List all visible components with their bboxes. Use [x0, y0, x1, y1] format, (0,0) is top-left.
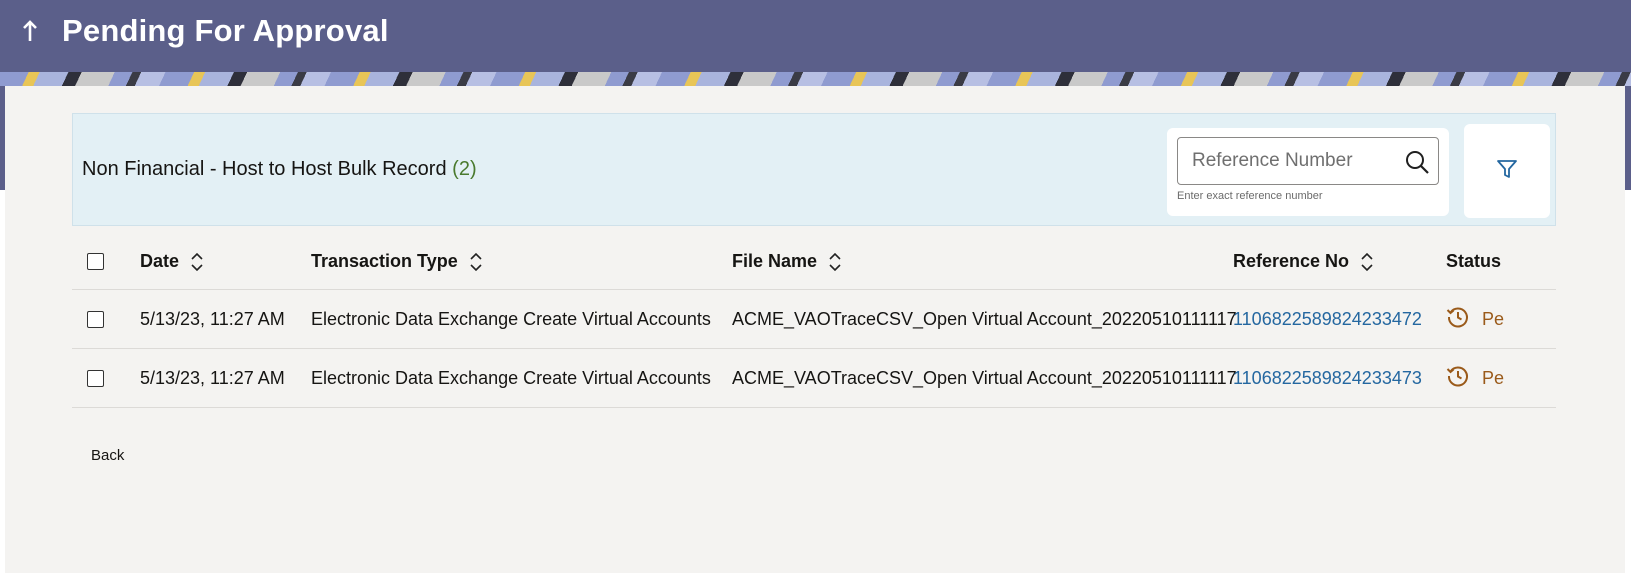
reference-link[interactable]: 1106822589824233472	[1233, 309, 1422, 330]
search-field	[1177, 137, 1439, 185]
record-count: (2)	[452, 158, 477, 180]
select-all-cell	[87, 234, 104, 289]
row-file-name: ACME_VAOTraceCSV_Open Virtual Account_20…	[732, 308, 1237, 329]
row-status: Pe	[1446, 290, 1556, 348]
row-checkbox[interactable]	[87, 310, 104, 328]
status-text: Pe	[1482, 367, 1505, 388]
status-text: Pe	[1482, 308, 1505, 329]
pending-history-icon	[1446, 364, 1470, 393]
row-reference-cell: 1106822589824233472	[1233, 290, 1422, 348]
column-file-name[interactable]: File Name	[732, 234, 841, 289]
table-row[interactable]: 5/13/23, 11:27 AM Electronic Data Exchan…	[72, 290, 1556, 349]
reference-link[interactable]: 1106822589824233473	[1233, 368, 1422, 389]
column-status-label: Status	[1446, 251, 1502, 271]
sort-icon[interactable]	[1361, 252, 1373, 271]
row-reference-cell: 1106822589824233473	[1233, 349, 1422, 407]
search-icon[interactable]	[1404, 149, 1430, 175]
sort-icon[interactable]	[470, 252, 482, 271]
row-status: Pe	[1446, 349, 1556, 407]
row-transaction-type: Electronic Data Exchange Create Virtual …	[311, 367, 711, 388]
column-status[interactable]: Status	[1446, 234, 1556, 289]
search-hint: Enter exact reference number	[1177, 190, 1323, 202]
row-select-cell	[87, 349, 104, 407]
column-transaction-type-label: Transaction Type	[311, 251, 458, 271]
pending-history-icon	[1446, 305, 1470, 334]
row-transaction-type: Electronic Data Exchange Create Virtual …	[311, 308, 711, 329]
up-arrow-icon[interactable]	[18, 17, 42, 45]
back-button[interactable]: Back	[91, 447, 124, 464]
column-reference-no-label: Reference No	[1233, 251, 1350, 271]
content-card: Non Financial - Host to Host Bulk Record…	[5, 86, 1625, 573]
row-file-name: ACME_VAOTraceCSV_Open Virtual Account_20…	[732, 367, 1237, 388]
page-title: Pending For Approval	[62, 13, 389, 48]
record-title-label: Non Financial - Host to Host Bulk Record	[82, 158, 447, 180]
column-date[interactable]: Date	[140, 234, 203, 289]
select-all-checkbox[interactable]	[87, 253, 104, 270]
row-date: 5/13/23, 11:27 AM	[140, 367, 285, 388]
search-panel: Enter exact reference number	[1167, 128, 1449, 216]
filter-button[interactable]	[1464, 124, 1550, 218]
record-toolbar: Non Financial - Host to Host Bulk Record…	[72, 113, 1556, 226]
column-transaction-type[interactable]: Transaction Type	[311, 234, 482, 289]
column-date-label: Date	[140, 251, 180, 271]
filter-icon	[1496, 158, 1518, 185]
table-header-row: Date Transaction Type File Name Referenc…	[72, 234, 1556, 290]
search-input[interactable]	[1178, 138, 1398, 184]
row-date: 5/13/23, 11:27 AM	[140, 308, 285, 329]
row-select-cell	[87, 290, 104, 348]
sort-icon[interactable]	[191, 252, 203, 271]
row-checkbox[interactable]	[87, 369, 104, 387]
sort-icon[interactable]	[829, 252, 841, 271]
approval-table: Date Transaction Type File Name Referenc…	[72, 234, 1556, 408]
record-title: Non Financial - Host to Host Bulk Record…	[82, 158, 477, 181]
decorative-banner	[0, 72, 1631, 86]
column-reference-no[interactable]: Reference No	[1233, 234, 1373, 289]
header-title-row: Pending For Approval	[0, 0, 389, 62]
table-row[interactable]: 5/13/23, 11:27 AM Electronic Data Exchan…	[72, 349, 1556, 408]
column-file-name-label: File Name	[732, 251, 818, 271]
